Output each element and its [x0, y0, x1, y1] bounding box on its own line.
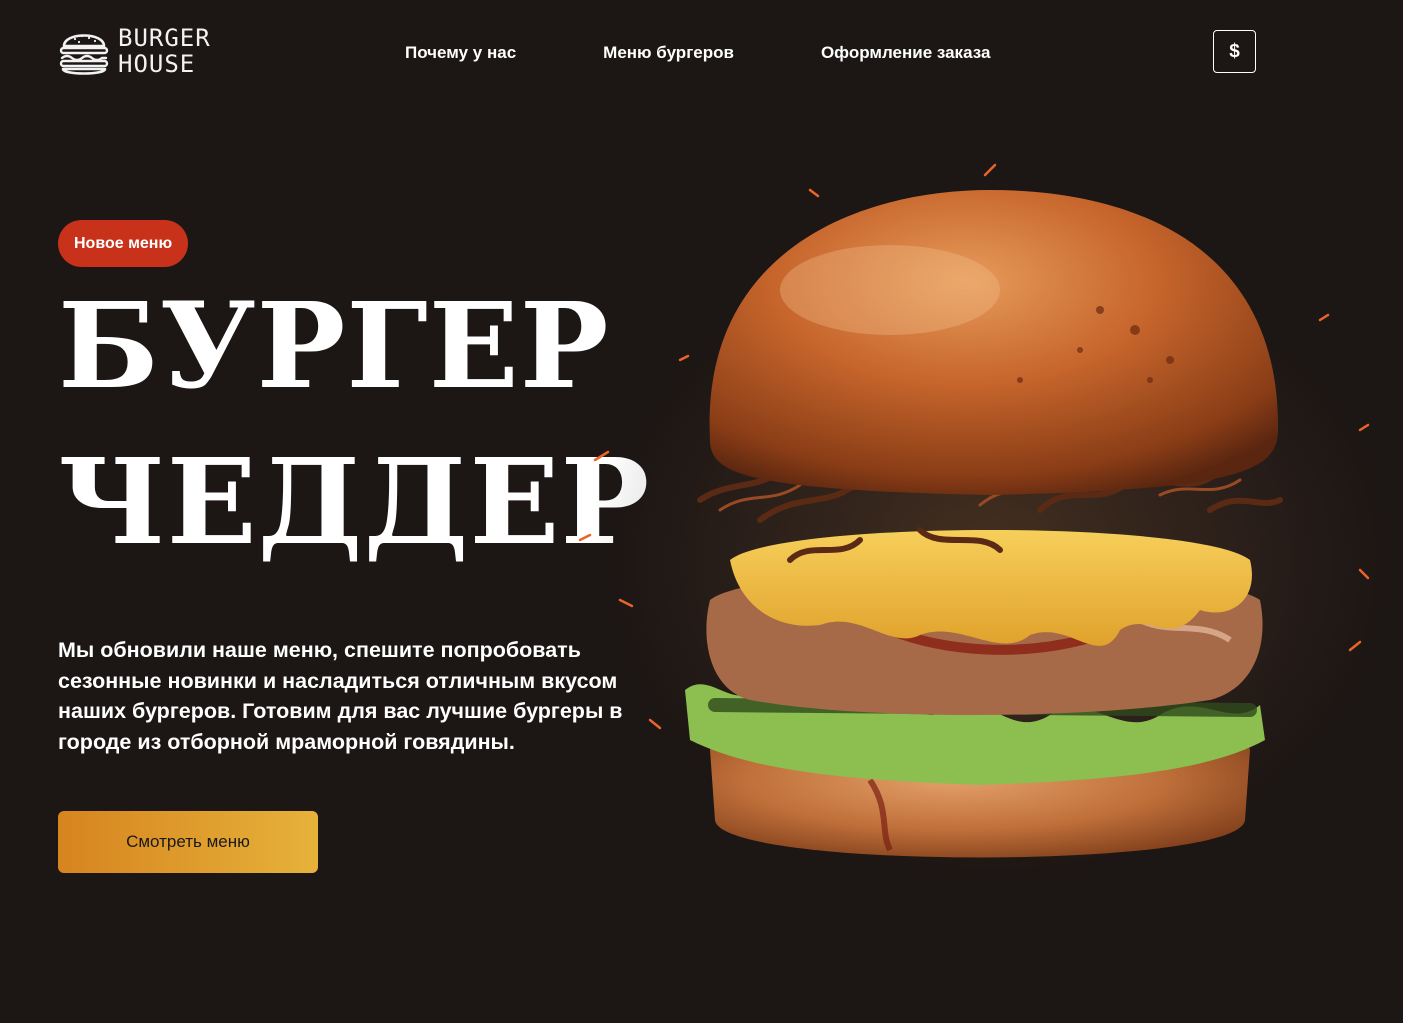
- main-nav: Почему у нас Меню бургеров Оформление за…: [405, 43, 990, 63]
- view-menu-button[interactable]: Смотреть меню: [58, 811, 318, 873]
- nav-link-burger-menu[interactable]: Меню бургеров: [603, 43, 734, 63]
- brand-name-line2: HOUSE: [118, 50, 196, 78]
- nav-link-checkout[interactable]: Оформление заказа: [821, 43, 990, 63]
- brand-name: BURGER HOUSE: [118, 25, 211, 77]
- new-menu-badge: Новое меню: [58, 220, 189, 267]
- brand-name-line1: BURGER: [118, 24, 211, 52]
- burger-icon: [59, 34, 109, 75]
- brand-logo[interactable]: BURGER HOUSE: [58, 24, 211, 78]
- cheddar-burger-image: [578, 163, 1390, 920]
- landing-page: BURGER HOUSE Почему у нас Меню бургеров …: [0, 0, 1403, 1023]
- nav-link-why-us[interactable]: Почему у нас: [405, 43, 516, 63]
- dollar-icon: $: [1229, 40, 1240, 62]
- site-header: BURGER HOUSE Почему у нас Меню бургеров …: [58, 24, 1258, 84]
- currency-button[interactable]: $: [1213, 30, 1256, 73]
